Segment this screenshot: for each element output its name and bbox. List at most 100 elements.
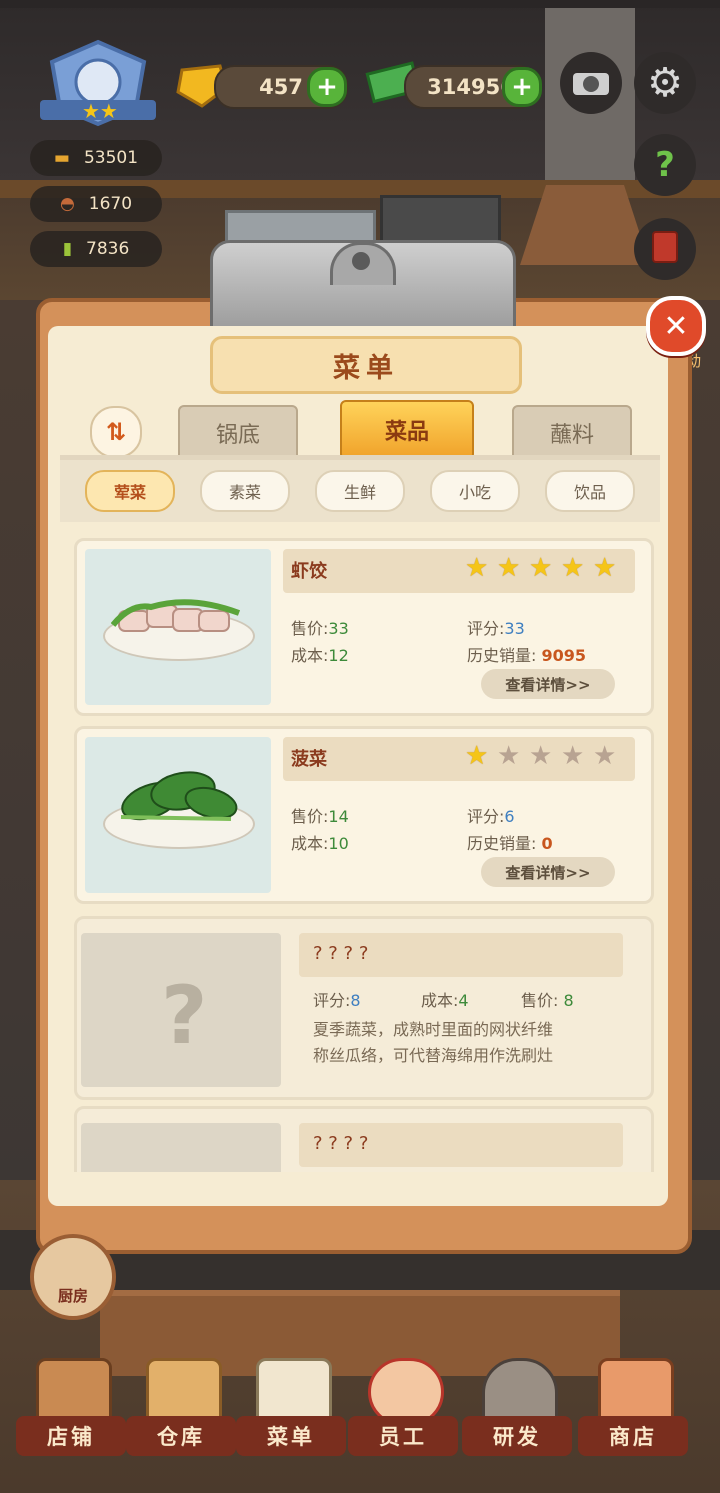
nav-research[interactable]: 研发 [462, 1350, 572, 1460]
dish-name: 虾饺 [291, 561, 327, 582]
dish-rating: 评分:33 [467, 615, 525, 639]
locked-cost: 成本:4 [421, 987, 469, 1011]
restaurant-level-badge[interactable]: ★★ [36, 38, 160, 130]
price-value: 14 [328, 807, 349, 826]
nav-menu[interactable]: 菜单 [236, 1350, 346, 1460]
rating-label: 评分: [467, 807, 505, 826]
sales-label: 历史销量: [467, 646, 537, 665]
rating-value: 6 [504, 807, 515, 826]
add-gems-button[interactable]: + [307, 67, 347, 107]
nav-store[interactable]: 商店 [578, 1350, 688, 1460]
star-icon: ★ [465, 553, 489, 583]
stat-hotpot: ▬ 53501 [30, 140, 162, 176]
filter-vegetable[interactable]: 素菜 [200, 470, 290, 512]
sales-label: 历史销量: [467, 834, 537, 853]
price-label: 售价: [521, 991, 559, 1010]
view-details-button[interactable]: 查看详情>> [481, 669, 615, 699]
locked-dish-image: ? [81, 933, 281, 1087]
stat-cloche: ◓ 1670 [30, 186, 162, 222]
nav-label: 菜单 [236, 1416, 346, 1456]
add-cash-button[interactable]: + [502, 67, 542, 107]
star-empty-icon: ★ [497, 741, 521, 771]
view-details-button[interactable]: 查看详情>> [481, 857, 615, 887]
stat-hotpot-value: 53501 [83, 148, 139, 168]
cost-value: 4 [458, 991, 469, 1010]
star-rating: ★ ★ ★ ★ ★ [465, 555, 619, 581]
locked-dish-card[interactable]: ? ? ? ? ? 评分:8 成本:4 售价: 8 夏季蔬菜，成熟时里面的网状纤… [74, 916, 654, 1100]
cost-label: 成本: [291, 646, 329, 665]
nav-label: 店铺 [16, 1416, 126, 1456]
nav-label: 员工 [348, 1416, 458, 1456]
price-label: 售价: [291, 619, 329, 638]
menu-title: 菜单 [210, 336, 522, 394]
dish-image [85, 549, 271, 705]
dish-rating: 评分:6 [467, 803, 515, 827]
rating-label: 评分: [467, 619, 505, 638]
dish-description-line: 夏季蔬菜，成熟时里面的网状纤维 [313, 1020, 554, 1039]
dish-card-spinach[interactable]: 菠菜 ★ ★ ★ ★ ★ 售价:14 成本:10 评分:6 历史销量: 0 查看… [74, 726, 654, 904]
gear-icon: ⚙ [647, 60, 683, 106]
dish-cost: 成本:12 [291, 642, 349, 666]
dish-description-line: 称丝瓜络，可代替海绵用作洗刷灶 [313, 1046, 554, 1065]
sort-button[interactable]: ⇅ [90, 406, 142, 458]
sales-value: 9095 [541, 646, 587, 665]
star-empty-icon: ★ [529, 741, 553, 771]
locked-price: 售价: 8 [521, 987, 574, 1011]
nav-warehouse[interactable]: 仓库 [126, 1350, 236, 1460]
red-book-icon [650, 229, 680, 269]
svg-text:★★: ★★ [82, 99, 118, 123]
dish-name: 菠菜 [291, 749, 327, 770]
filter-fresh[interactable]: 生鲜 [315, 470, 405, 512]
sales-value: 0 [541, 834, 553, 853]
tab-dips[interactable]: 蘸料 [512, 405, 632, 461]
cost-value: 12 [328, 646, 349, 665]
locked-rating: 评分:8 [313, 987, 361, 1011]
nav-label: 商店 [578, 1416, 688, 1456]
cost-label: 成本: [291, 834, 329, 853]
stat-cloche-value: 1670 [88, 194, 133, 214]
locked-dish-image: ? [81, 1123, 281, 1172]
tab-broth[interactable]: 锅底 [178, 405, 298, 461]
dish-cost: 成本:10 [291, 830, 349, 854]
rating-label: 评分: [313, 991, 351, 1010]
stat-recipes-value: 7836 [86, 239, 130, 259]
filter-meat[interactable]: 荤菜 [85, 470, 175, 512]
nav-label: 仓库 [126, 1416, 236, 1456]
star-icon: ★ [529, 553, 553, 583]
close-icon: ✕ [663, 308, 689, 344]
help-book-button[interactable]: ? [634, 134, 696, 196]
star-empty-icon: ★ [561, 741, 585, 771]
dish-card-shrimp-dumpling[interactable]: 虾饺 ★ ★ ★ ★ ★ 售价:33 成本:12 评分:33 历史销量: 909… [74, 538, 654, 716]
nav-shop-front[interactable]: 店铺 [16, 1350, 126, 1460]
price-value: 8 [563, 991, 574, 1010]
filter-drink[interactable]: 饮品 [545, 470, 635, 512]
bottom-nav: 店铺 仓库 菜单 员工 研发 商店 [0, 1350, 720, 1493]
sort-icon: ⇅ [105, 418, 127, 446]
clipboard-clip-hole [352, 252, 370, 270]
camera-icon [571, 65, 611, 101]
rating-value: 33 [504, 619, 525, 638]
price-value: 33 [328, 619, 349, 638]
locked-dish-card[interactable]: ? ? ? ? ? [74, 1106, 654, 1172]
filter-snack[interactable]: 小吃 [430, 470, 520, 512]
dish-sales: 历史销量: 0 [467, 830, 553, 854]
rating-value: 8 [350, 991, 361, 1010]
dish-list[interactable]: 虾饺 ★ ★ ★ ★ ★ 售价:33 成本:12 评分:33 历史销量: 909… [60, 522, 660, 1172]
gem-value: 457 [259, 75, 303, 99]
camera-button[interactable] [560, 52, 622, 114]
status-bar [0, 0, 720, 8]
dish-price: 售价:14 [291, 803, 349, 827]
tab-dishes[interactable]: 菜品 [340, 400, 474, 460]
star-icon: ★ [593, 553, 617, 583]
question-mark-icon: ? [161, 969, 208, 1062]
kitchen-label: 厨房 [57, 1287, 88, 1305]
close-button[interactable]: ✕ [646, 296, 706, 356]
kitchen-button[interactable]: 厨房 [30, 1234, 116, 1320]
locked-dish-name: ? ? ? ? [313, 1133, 369, 1154]
dish-image [85, 737, 271, 893]
recipe-book-button[interactable] [634, 218, 696, 280]
cost-label: 成本: [421, 991, 459, 1010]
nav-label: 研发 [462, 1416, 572, 1456]
nav-staff[interactable]: 员工 [348, 1350, 458, 1460]
settings-button[interactable]: ⚙ [634, 52, 696, 114]
